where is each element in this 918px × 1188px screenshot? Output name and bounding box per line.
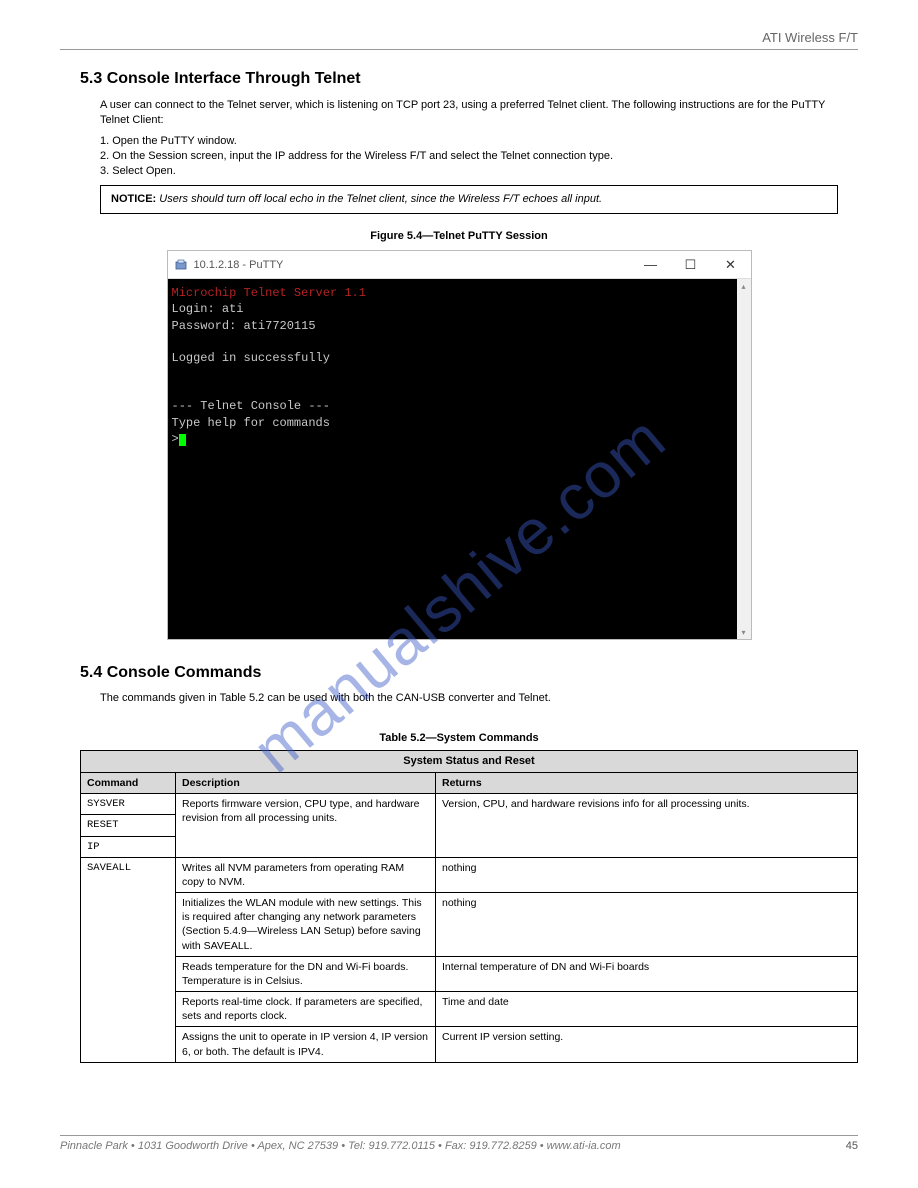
telnet-intro: A user can connect to the Telnet server,…	[100, 98, 838, 214]
step-3: 3. Select Open.	[100, 165, 838, 177]
col-command: Command	[81, 773, 176, 794]
close-button[interactable]: ✕	[711, 251, 751, 278]
desc-cell: Writes all NVM parameters from operating…	[176, 857, 436, 892]
term-line-help: Type help for commands	[172, 416, 330, 430]
cmd-cell: RESET	[81, 815, 176, 836]
desc-cell: Reports real-time clock. If parameters a…	[176, 992, 436, 1027]
putty-icon	[174, 258, 188, 272]
minimize-button[interactable]: —	[631, 251, 671, 278]
table-row: Reports real-time clock. If parameters a…	[81, 992, 858, 1027]
col-returns: Returns	[436, 773, 858, 794]
ret-cell: Current IP version setting.	[436, 1027, 858, 1062]
scroll-up-icon[interactable]: ▴	[737, 279, 751, 293]
notice-label: NOTICE:	[111, 193, 156, 205]
table-row: Initializes the WLAN module with new set…	[81, 893, 858, 957]
desc-cell: Assigns the unit to operate in IP versio…	[176, 1027, 436, 1062]
commands-intro: The commands given in Table 5.2 can be u…	[100, 692, 838, 704]
section-telnet-title: 5.3 Console Interface Through Telnet	[80, 70, 858, 88]
commands-intro-wrap: The commands given in Table 5.2 can be u…	[100, 692, 838, 704]
terminal-cursor	[179, 434, 186, 446]
notice-text: Users should turn off local echo in the …	[156, 193, 602, 205]
desc-cell: Initializes the WLAN module with new set…	[176, 893, 436, 957]
ret-cell: nothing	[436, 857, 858, 892]
term-line-login: Login: ati	[172, 302, 244, 316]
term-prompt: >	[172, 432, 179, 446]
window-controls: — ☐ ✕	[631, 251, 751, 278]
term-line-div: --- Telnet Console ---	[172, 399, 330, 413]
cmd-cell: SAVEALL	[81, 857, 176, 1062]
col-description: Description	[176, 773, 436, 794]
notice-box: NOTICE: Users should turn off local echo…	[100, 185, 838, 214]
putty-window: 10.1.2.18 - PuTTY — ☐ ✕ Microchip Telnet…	[167, 250, 752, 640]
terminal-output[interactable]: Microchip Telnet Server 1.1 Login: ati P…	[168, 279, 737, 639]
header-brand: ATI Wireless F/T	[60, 30, 858, 45]
maximize-button[interactable]: ☐	[671, 251, 711, 278]
page-footer: Pinnacle Park • 1031 Goodworth Drive • A…	[60, 1135, 858, 1152]
term-line-pass: Password: ati7720115	[172, 319, 316, 333]
telnet-p1: A user can connect to the Telnet server,…	[100, 98, 838, 129]
term-line-ok: Logged in successfully	[172, 351, 330, 365]
cmd-cell: IP	[81, 836, 176, 857]
desc-cell: Reports firmware version, CPU type, and …	[176, 794, 436, 858]
table-caption: Table 5.2—System Commands	[60, 732, 858, 744]
ret-cell: Version, CPU, and hardware revisions inf…	[436, 794, 858, 858]
desc-cell: Reads temperature for the DN and Wi-Fi b…	[176, 956, 436, 991]
scroll-down-icon[interactable]: ▾	[737, 625, 751, 639]
putty-title-text: 10.1.2.18 - PuTTY	[194, 259, 631, 271]
ret-cell: nothing	[436, 893, 858, 957]
footer-text: Pinnacle Park • 1031 Goodworth Drive • A…	[60, 1140, 621, 1152]
table-row: SYSVER Reports firmware version, CPU typ…	[81, 794, 858, 815]
header-rule	[60, 49, 858, 50]
ret-cell: Internal temperature of DN and Wi-Fi boa…	[436, 956, 858, 991]
section-commands-title: 5.4 Console Commands	[80, 664, 858, 682]
terminal-scrollbar[interactable]: ▴ ▾	[737, 279, 751, 639]
ret-cell: Time and date	[436, 992, 858, 1027]
table-row: Reads temperature for the DN and Wi-Fi b…	[81, 956, 858, 991]
term-line-server: Microchip Telnet Server 1.1	[172, 286, 366, 300]
table-header-main: System Status and Reset	[81, 751, 858, 773]
page-number: 45	[846, 1140, 858, 1152]
step-2: 2. On the Session screen, input the IP a…	[100, 150, 838, 162]
commands-table: System Status and Reset Command Descript…	[80, 750, 858, 1063]
putty-titlebar[interactable]: 10.1.2.18 - PuTTY — ☐ ✕	[168, 251, 751, 279]
table-row: SAVEALL Writes all NVM parameters from o…	[81, 857, 858, 892]
cmd-cell: SYSVER	[81, 794, 176, 815]
figure-caption: Figure 5.4—Telnet PuTTY Session	[60, 230, 858, 242]
table-row: Assigns the unit to operate in IP versio…	[81, 1027, 858, 1062]
step-1: 1. Open the PuTTY window.	[100, 135, 838, 147]
